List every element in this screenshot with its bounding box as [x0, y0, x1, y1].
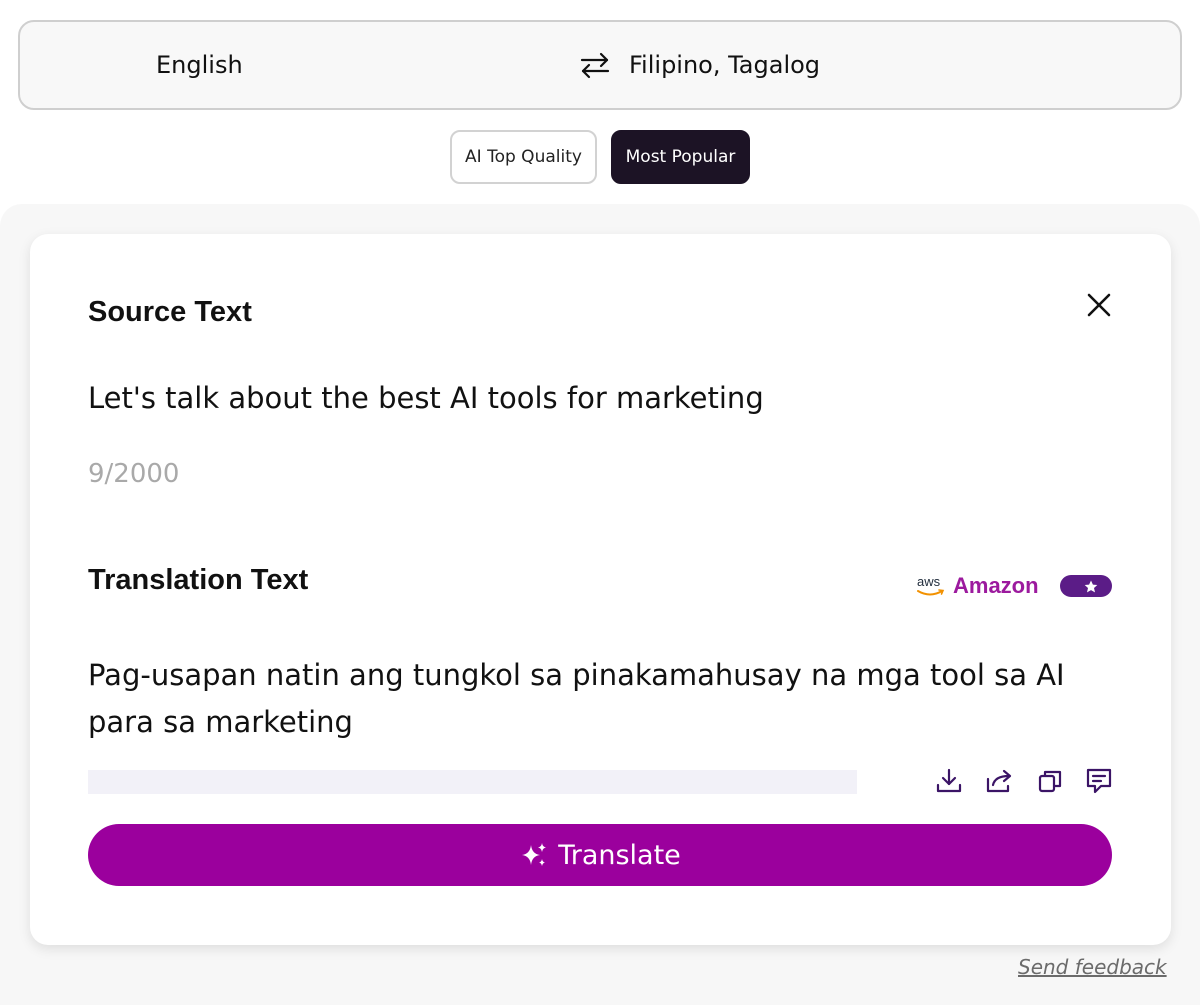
aws-logo-text: aws	[917, 574, 941, 589]
translation-text-heading: Translation Text	[88, 564, 309, 596]
feedback-icon[interactable]	[1084, 766, 1114, 796]
provider-label: aws Amazon	[915, 572, 1039, 600]
source-text-input[interactable]: Let's talk about the best AI tools for m…	[88, 378, 1088, 418]
character-count: 9/2000	[88, 459, 180, 489]
download-icon[interactable]	[934, 766, 964, 796]
most-popular-button[interactable]: Most Popular	[611, 130, 750, 184]
source-text-heading: Source Text	[88, 296, 252, 328]
source-language-selector[interactable]: English	[156, 22, 243, 108]
provider-name: Amazon	[953, 573, 1039, 598]
ai-top-quality-button[interactable]: AI Top Quality	[450, 130, 597, 184]
send-feedback-link[interactable]: Send feedback	[1018, 955, 1167, 979]
language-bar: English Filipino, Tagalog	[18, 20, 1182, 110]
aws-logo-icon: aws	[917, 574, 945, 596]
translate-button[interactable]: Translate	[88, 824, 1112, 886]
premium-toggle[interactable]	[1060, 575, 1112, 597]
target-language-selector[interactable]: Filipino, Tagalog	[629, 22, 820, 108]
translator-page: English Filipino, Tagalog AI Top Quality…	[0, 0, 1200, 1005]
copy-icon[interactable]	[1035, 766, 1065, 796]
translate-button-label: Translate	[558, 839, 681, 871]
star-icon	[1081, 577, 1101, 597]
close-icon[interactable]	[1085, 291, 1113, 319]
translation-output: Pag-usapan natin ang tungkol sa pinakama…	[88, 658, 1065, 739]
share-icon[interactable]	[984, 766, 1014, 796]
sparkles-icon	[522, 843, 547, 866]
swap-arrows-icon[interactable]	[578, 50, 612, 80]
translation-progress-bar	[88, 770, 857, 794]
